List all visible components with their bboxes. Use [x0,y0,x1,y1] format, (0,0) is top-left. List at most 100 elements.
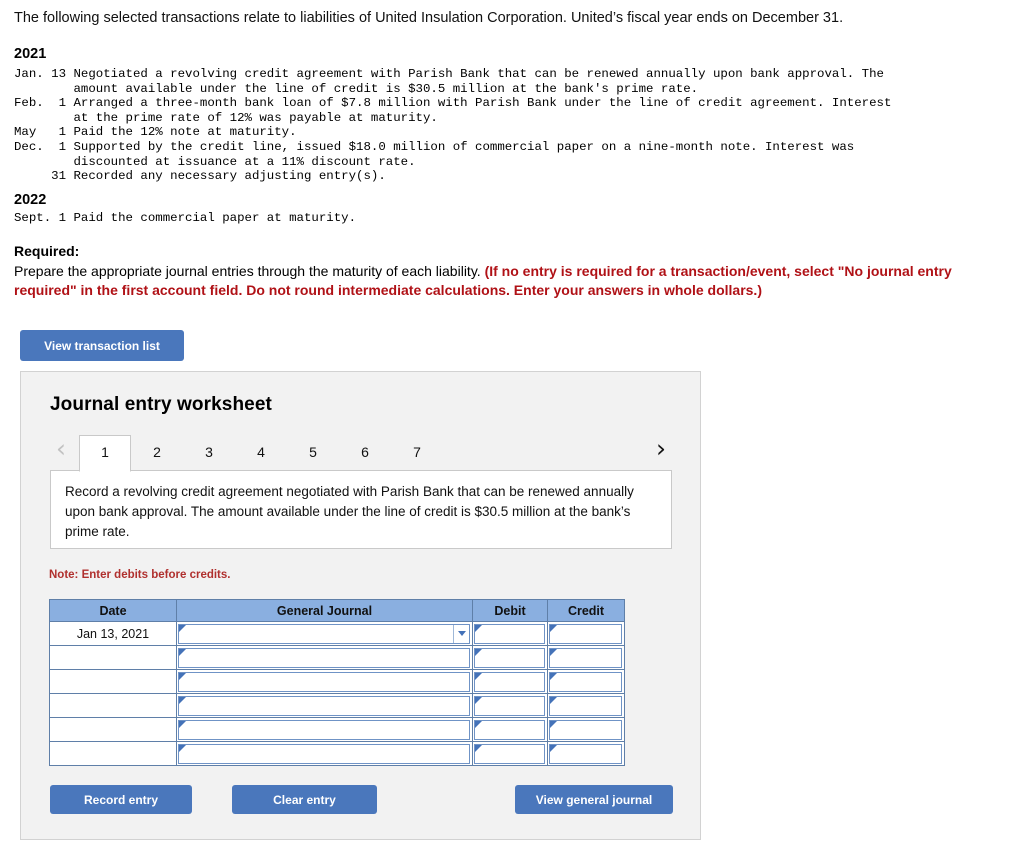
record-entry-button[interactable]: Record entry [50,785,192,814]
credit-field-wrapper-1 [549,623,622,644]
account-field-wrapper-5 [178,719,470,740]
clear-entry-button[interactable]: Clear entry [232,785,377,814]
cell-debit-5 [472,717,548,742]
debit-input-3[interactable] [475,672,544,691]
worksheet-tab-strip: ‹ 1 2 3 4 5 6 7 › [50,429,672,472]
debit-field-wrapper-2 [474,647,545,668]
view-transaction-list-button[interactable]: View transaction list [20,330,184,361]
debit-field-wrapper-1 [474,623,545,644]
cell-debit-2 [472,645,548,670]
column-header-credit: Credit [547,599,625,622]
account-field-wrapper-1 [178,623,470,644]
cell-general-journal-3 [176,669,473,694]
account-select-6[interactable] [179,744,469,763]
cell-credit-1 [547,621,625,646]
cell-credit-2 [547,645,625,670]
cell-debit-3 [472,669,548,694]
cell-debit-6 [472,741,548,766]
tab-2[interactable]: 2 [131,435,183,472]
debit-field-wrapper-4 [474,695,545,716]
transaction-list-2022: Sept. 1 Paid the commercial paper at mat… [14,211,357,225]
column-header-date: Date [49,599,177,622]
required-text-plain: Prepare the appropriate journal entries … [14,263,485,279]
account-field-wrapper-6 [178,743,470,764]
credit-field-wrapper-5 [549,719,622,740]
journal-entry-worksheet-panel: Journal entry worksheet ‹ 1 2 3 4 5 6 7 … [20,371,701,840]
debit-field-wrapper-6 [474,743,545,764]
cell-general-journal-5 [176,717,473,742]
column-header-debit: Debit [472,599,548,622]
table-row [49,741,625,766]
cell-credit-5 [547,717,625,742]
credit-input-4[interactable] [550,696,621,715]
table-row [49,645,625,670]
table-row: Jan 13, 2021 [49,621,625,646]
tab-next-icon[interactable]: › [650,436,672,463]
cell-general-journal-2 [176,645,473,670]
cell-debit-4 [472,693,548,718]
journal-entry-table: Date General Journal Debit Credit Jan 13… [49,599,625,766]
credit-input-3[interactable] [550,672,621,691]
account-select-3[interactable] [179,672,469,691]
credit-field-wrapper-2 [549,647,622,668]
cell-general-journal-4 [176,693,473,718]
credit-input-6[interactable] [550,744,621,763]
debit-field-wrapper-3 [474,671,545,692]
account-field-wrapper-2 [178,647,470,668]
tab-6[interactable]: 6 [339,435,391,472]
cell-date-2 [49,645,177,670]
cell-credit-6 [547,741,625,766]
credit-input-1[interactable] [550,624,621,643]
credit-input-5[interactable] [550,720,621,739]
debit-input-4[interactable] [475,696,544,715]
cell-general-journal-1 [176,621,473,646]
debits-before-credits-note: Note: Enter debits before credits. [49,569,231,581]
debit-field-wrapper-5 [474,719,545,740]
account-select-1[interactable] [179,624,469,643]
cell-credit-4 [547,693,625,718]
cell-date-5 [49,717,177,742]
tab-prev-icon[interactable]: ‹ [50,436,72,463]
cell-general-journal-6 [176,741,473,766]
year-heading-2022: 2022 [14,192,47,208]
credit-field-wrapper-6 [549,743,622,764]
cell-date-3 [49,669,177,694]
tab-3[interactable]: 3 [183,435,235,472]
tab-4[interactable]: 4 [235,435,287,472]
required-instructions: Prepare the appropriate journal entries … [14,262,999,300]
transaction-description: Record a revolving credit agreement nego… [50,470,672,549]
debit-input-2[interactable] [475,648,544,667]
cell-date-1: Jan 13, 2021 [49,621,177,646]
table-row [49,693,625,718]
tab-5[interactable]: 5 [287,435,339,472]
account-select-5[interactable] [179,720,469,739]
year-heading-2021: 2021 [14,46,47,62]
account-select-2[interactable] [179,648,469,667]
cell-debit-1 [472,621,548,646]
debit-input-5[interactable] [475,720,544,739]
required-label: Required: [14,243,80,259]
account-field-wrapper-4 [178,695,470,716]
credit-field-wrapper-4 [549,695,622,716]
intro-paragraph: The following selected transactions rela… [14,10,844,26]
view-general-journal-button[interactable]: View general journal [515,785,673,814]
table-row [49,717,625,742]
cell-date-4 [49,693,177,718]
journal-entry-table-body: Jan 13, 2021 [49,621,625,766]
credit-field-wrapper-3 [549,671,622,692]
tab-7[interactable]: 7 [391,435,443,472]
chevron-down-icon[interactable] [453,624,469,643]
cell-date-6 [49,741,177,766]
worksheet-title: Journal entry worksheet [50,394,272,415]
credit-input-2[interactable] [550,648,621,667]
account-field-wrapper-3 [178,671,470,692]
account-select-4[interactable] [179,696,469,715]
tab-1[interactable]: 1 [79,435,131,472]
column-header-general-journal: General Journal [176,599,473,622]
cell-credit-3 [547,669,625,694]
transaction-list-2021: Jan. 13 Negotiated a revolving credit ag… [14,67,892,184]
debit-input-6[interactable] [475,744,544,763]
table-header-row: Date General Journal Debit Credit [49,599,625,622]
table-row [49,669,625,694]
debit-input-1[interactable] [475,624,544,643]
